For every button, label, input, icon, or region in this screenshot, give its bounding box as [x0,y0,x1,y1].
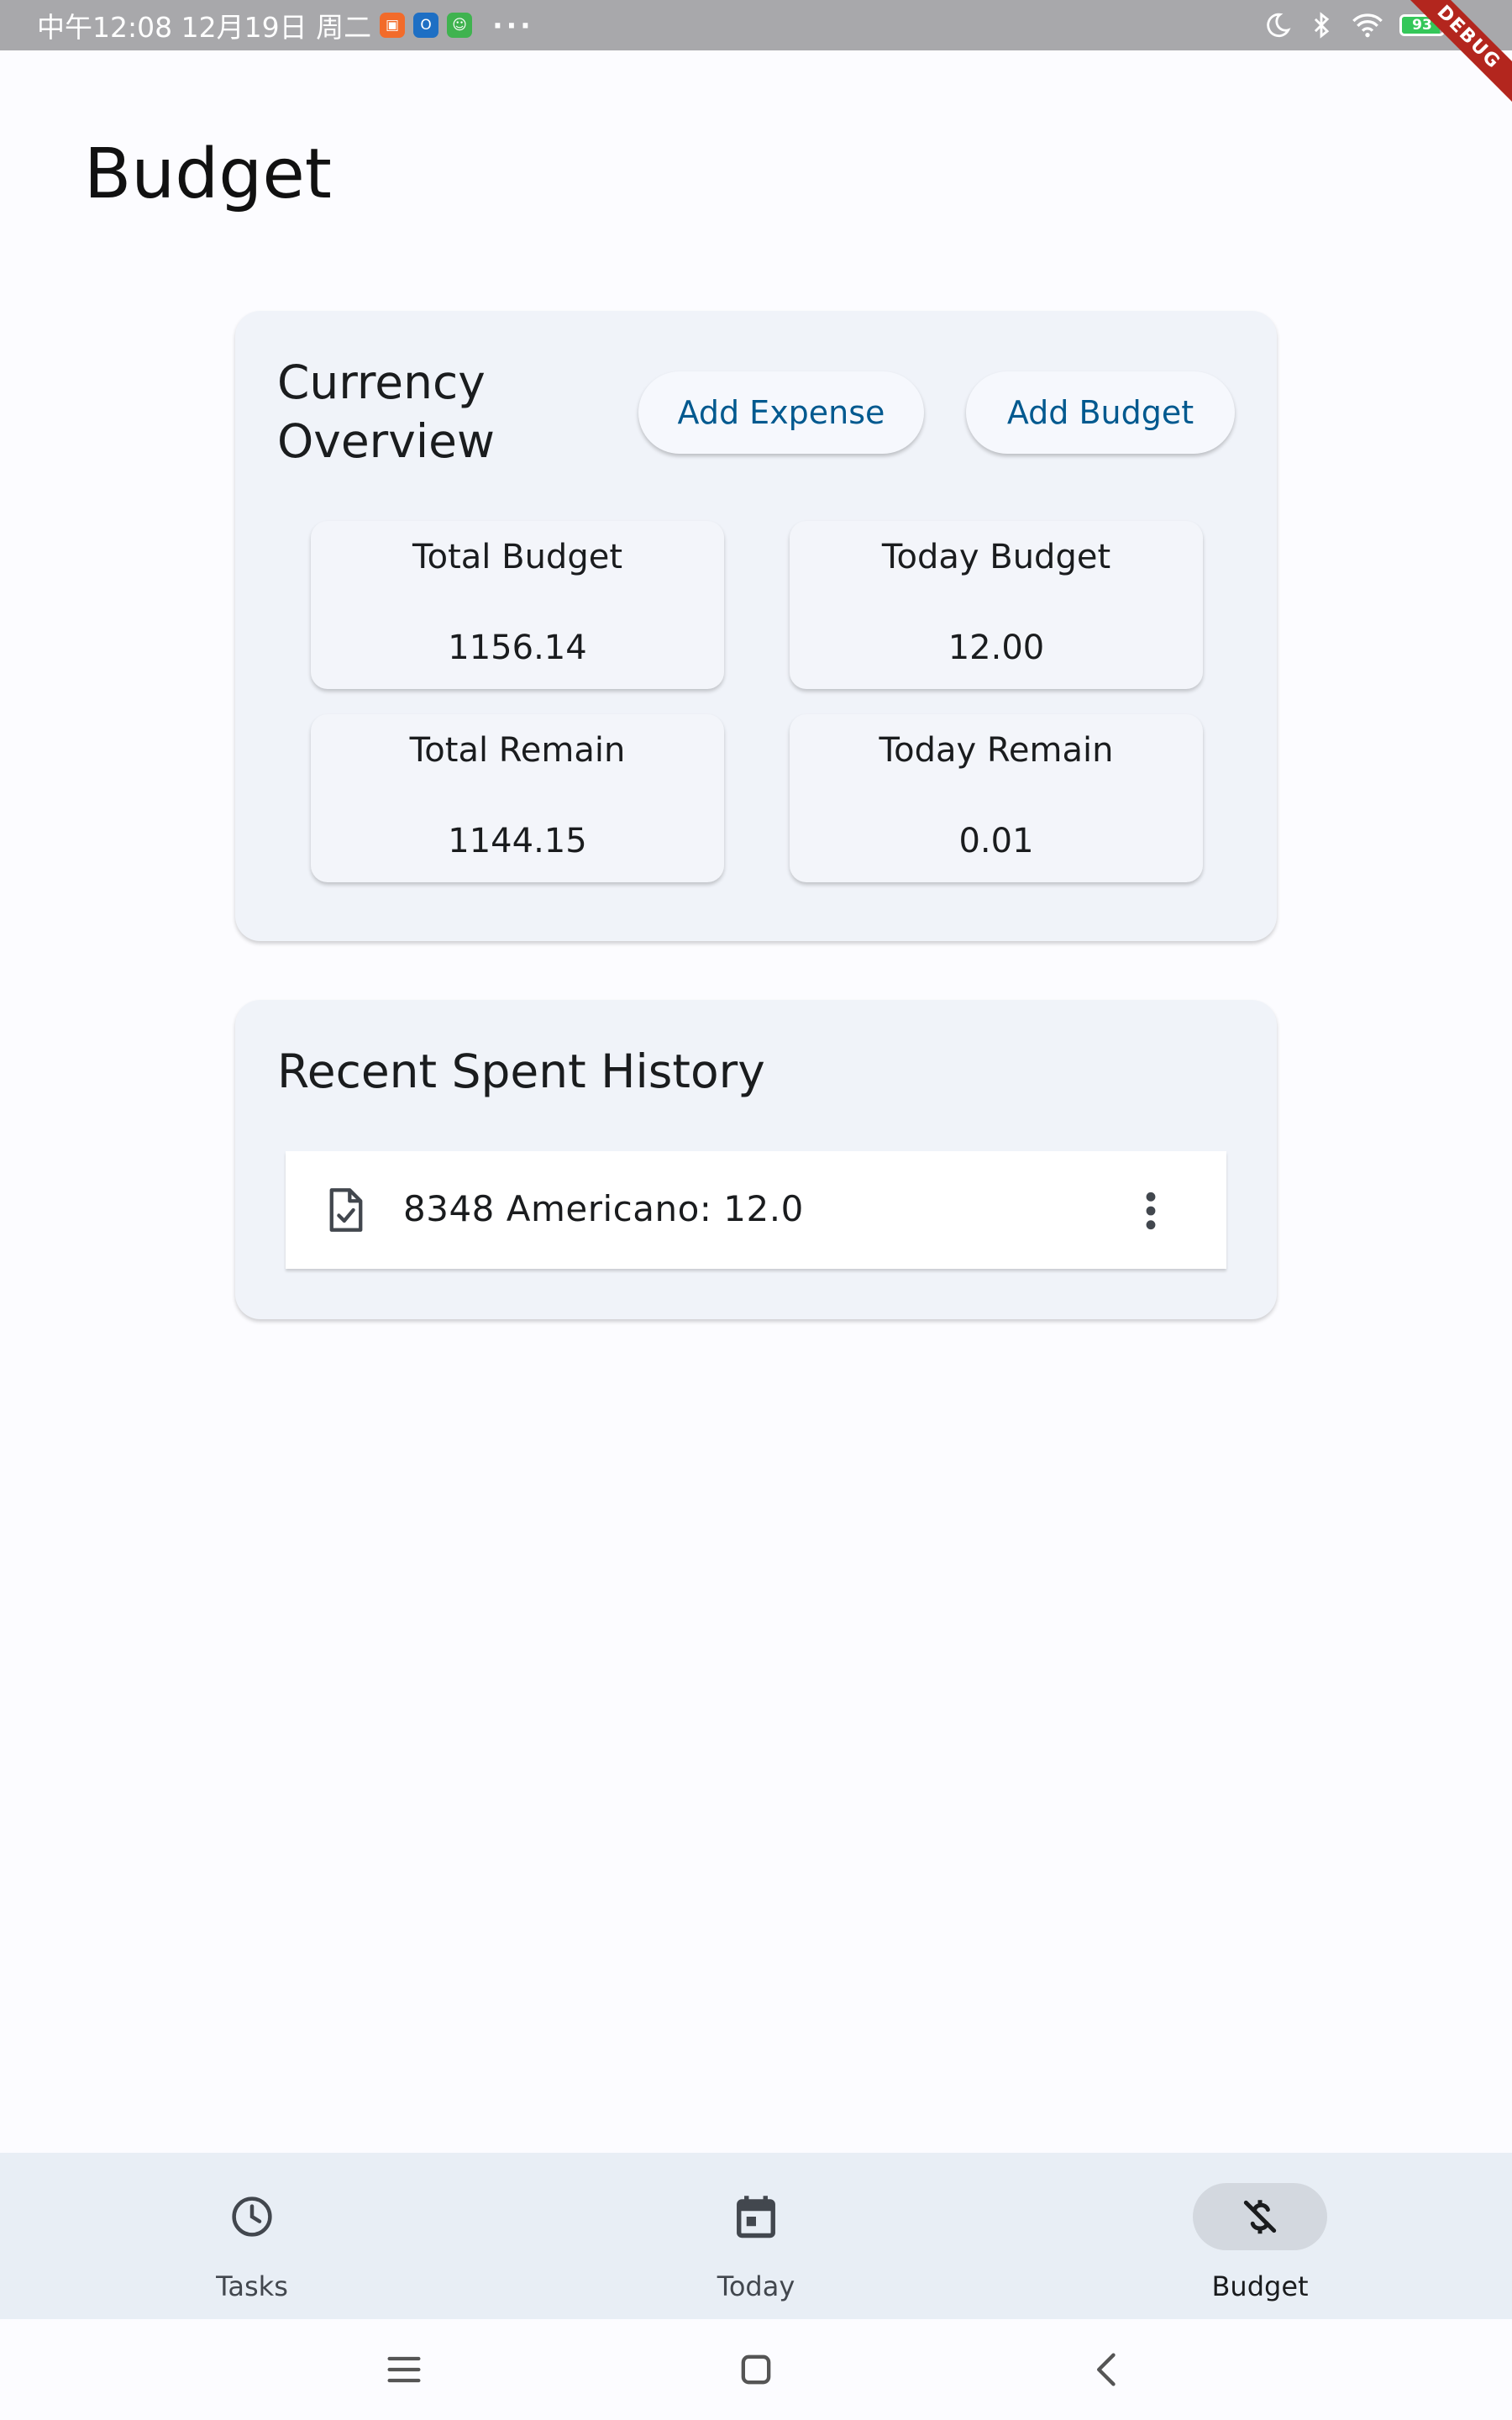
history-item-text: 8348 Americano: 12.0 [403,1188,804,1229]
today-budget-tile: Today Budget 12.00 [790,521,1203,689]
home-icon[interactable] [734,2348,778,2391]
total-budget-tile: Total Budget 1156.14 [311,521,724,689]
today-remain-tile: Today Remain 0.01 [790,714,1203,882]
stat-label: Today Remain [879,731,1114,770]
total-remain-tile: Total Remain 1144.15 [311,714,724,882]
history-title: Recent Spent History [277,1044,765,1098]
add-expense-button[interactable]: Add Expense [638,371,924,454]
stat-value: 0.01 [958,822,1034,860]
nav-label: Tasks [216,2270,288,2302]
stat-value: 1156.14 [448,629,587,667]
nav-label: Today [717,2270,795,2302]
recent-spent-history-card: Recent Spent History 8348 Americano: 12.… [235,1000,1277,1319]
android-notification-icon: ☺ [447,13,473,38]
app-notification-icon: ▣ [380,13,406,38]
stat-value: 12.00 [948,629,1045,667]
stat-value: 1144.15 [448,822,587,860]
menu-icon[interactable] [382,2348,426,2391]
overview-title: Currency Overview [277,355,495,468]
page-title: Budget [84,134,332,214]
bluetooth-icon [1314,12,1330,39]
clock-icon [232,2196,272,2237]
more-notifications-icon: ··· [492,8,534,42]
wifi-icon [1352,13,1383,38]
money-off-icon [1243,2200,1277,2234]
moon-icon [1267,13,1291,38]
list-item[interactable]: 8348 Americano: 12.0 [286,1151,1226,1269]
status-time: 中午12:08 12月19日 周二 [37,11,372,44]
more-vert-icon[interactable] [1142,1190,1159,1232]
bottom-navigation-bar: Tasks Today Budget [0,2153,1512,2319]
nav-item-budget[interactable]: Budget [1134,2153,1386,2319]
outlook-notification-icon: O [413,13,439,38]
nav-item-tasks[interactable]: Tasks [126,2153,378,2319]
stat-label: Total Budget [412,538,622,576]
nav-item-today[interactable]: Today [630,2153,882,2319]
status-bar: 中午12:08 12月19日 周二 ▣ O ☺ ··· 93 [0,0,1512,50]
add-budget-button[interactable]: Add Budget [966,371,1235,454]
stat-label: Total Remain [409,731,626,770]
screen: 中午12:08 12月19日 周二 ▣ O ☺ ··· 93 DEBUG Bud… [0,0,1512,2420]
calendar-icon [737,2196,775,2238]
receipt-check-icon [329,1188,363,1232]
nav-label: Budget [1211,2270,1309,2302]
back-icon[interactable] [1086,2348,1130,2391]
currency-overview-card: Currency Overview Add Expense Add Budget… [235,311,1277,941]
system-navigation-bar [0,2319,1512,2420]
stat-label: Today Budget [881,538,1111,576]
